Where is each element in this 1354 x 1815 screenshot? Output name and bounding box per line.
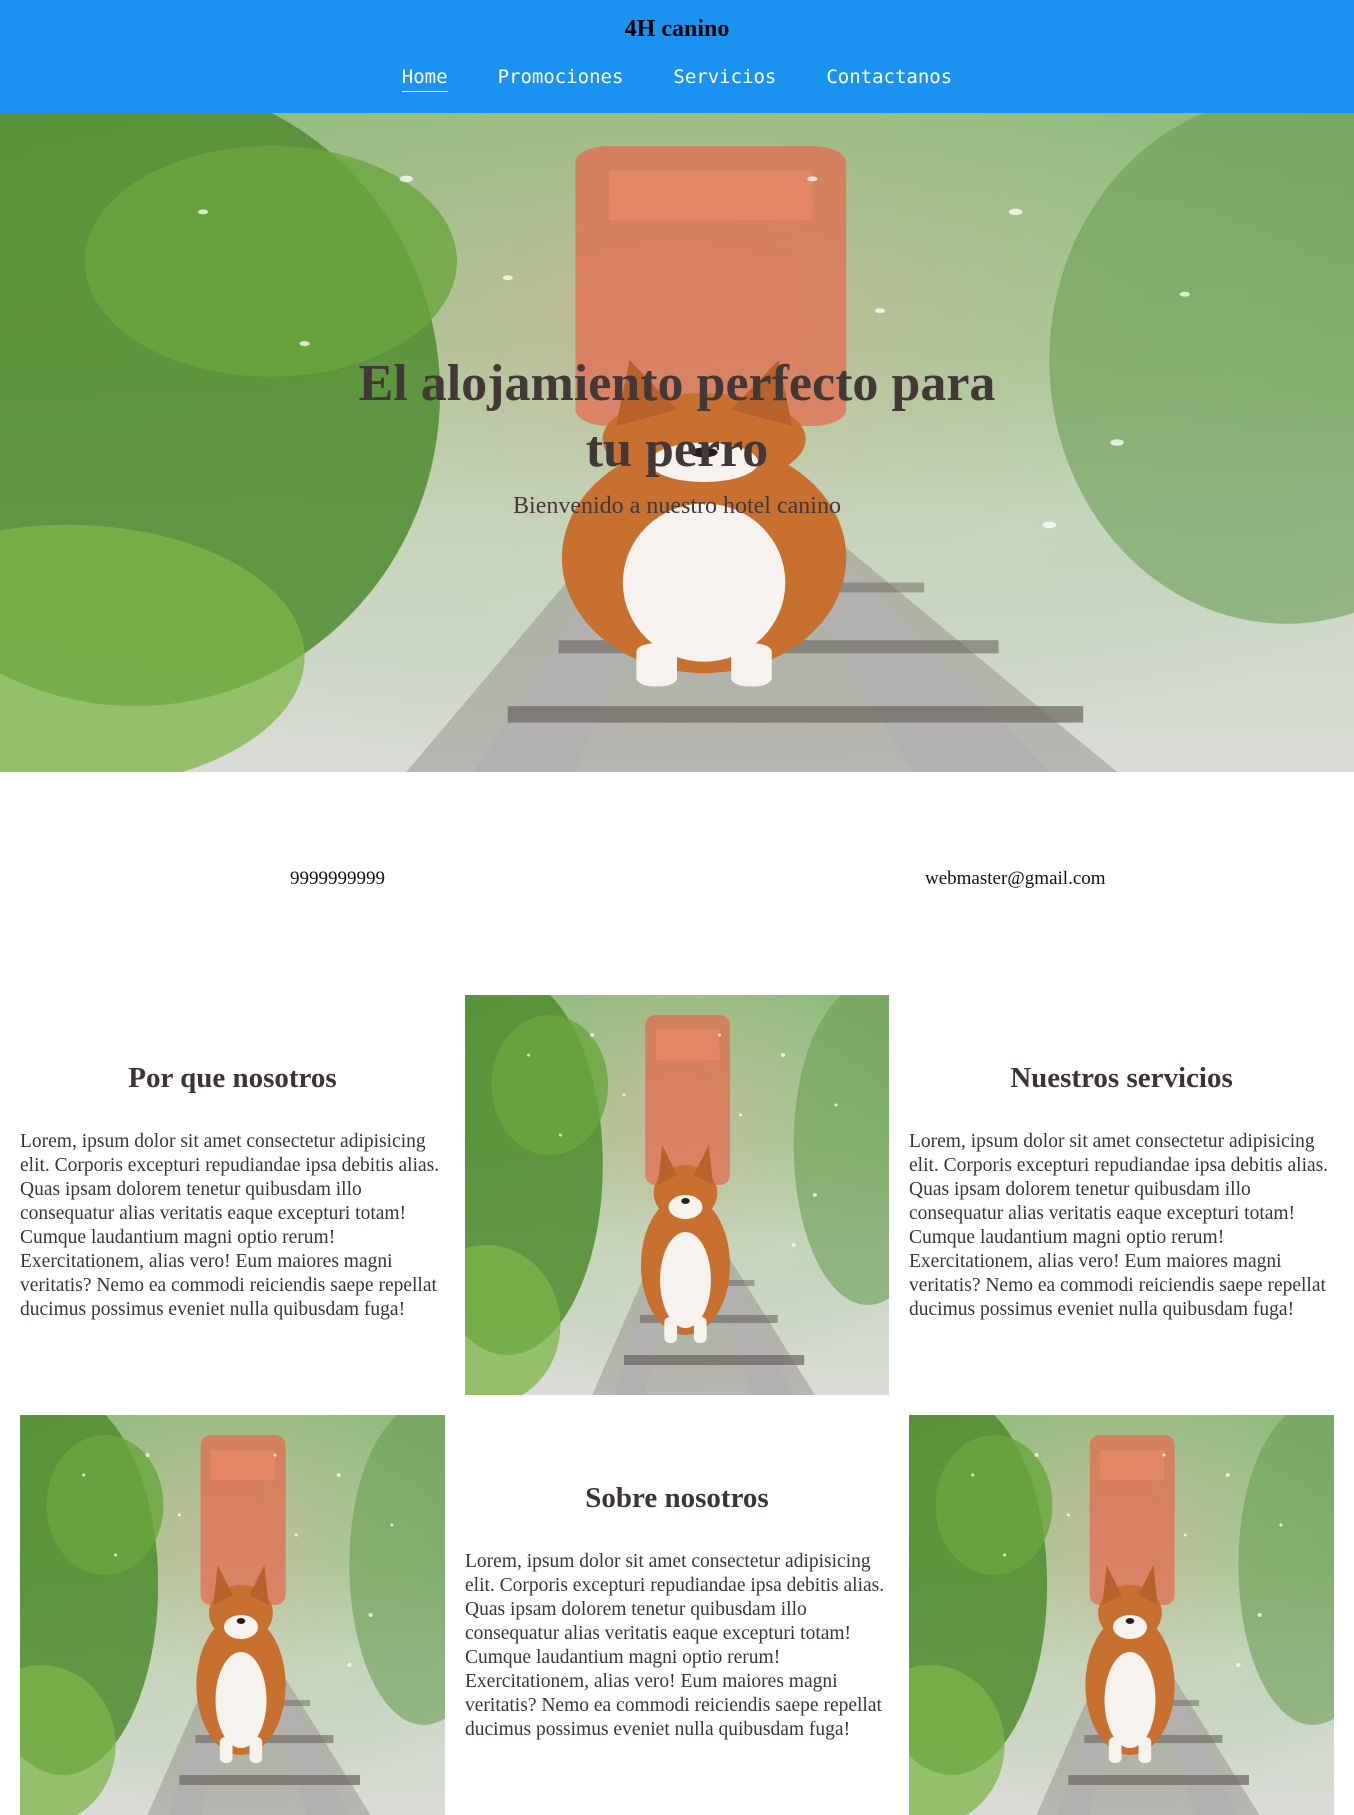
nav-servicios-link[interactable]: Servicios [673,66,776,92]
dog-photo-2 [20,1415,445,1815]
site-header: 4H canino Home Promociones Servicios Con… [0,0,1354,113]
nav-promociones-link[interactable]: Promociones [498,66,624,92]
hero-subtitle: Bienvenido a nuestro hotel canino [513,493,841,519]
hero-text: El alojamiento perfecto para tu perro Bi… [0,351,1354,520]
why-us-heading: Por que nosotros [128,1062,337,1094]
nav-contactanos-link[interactable]: Contactanos [826,66,952,92]
dog-photo-3 [909,1415,1334,1815]
services-heading: Nuestros servicios [1010,1062,1233,1094]
site-brand: 4H canino [624,16,730,42]
hero-banner: El alojamiento perfecto para tu perro Bi… [0,113,1354,772]
nav-home-link[interactable]: Home [401,66,448,92]
services-text: Lorem, ipsum dolor sit amet consectetur … [909,1131,1329,1320]
contact-phone: 9999999999 [290,868,385,889]
dog-photo-1 [465,995,889,1395]
about-text: Lorem, ipsum dolor sit amet consectetur … [465,1551,885,1740]
main-nav: Home Promociones Servicios Contactanos [0,66,1354,92]
why-us-text: Lorem, ipsum dolor sit amet consectetur … [20,1131,440,1320]
about-heading: Sobre nosotros [585,1482,769,1514]
contact-email: webmaster@gmail.com [925,868,1106,889]
hero-title: El alojamiento perfecto para tu perro [358,355,996,478]
